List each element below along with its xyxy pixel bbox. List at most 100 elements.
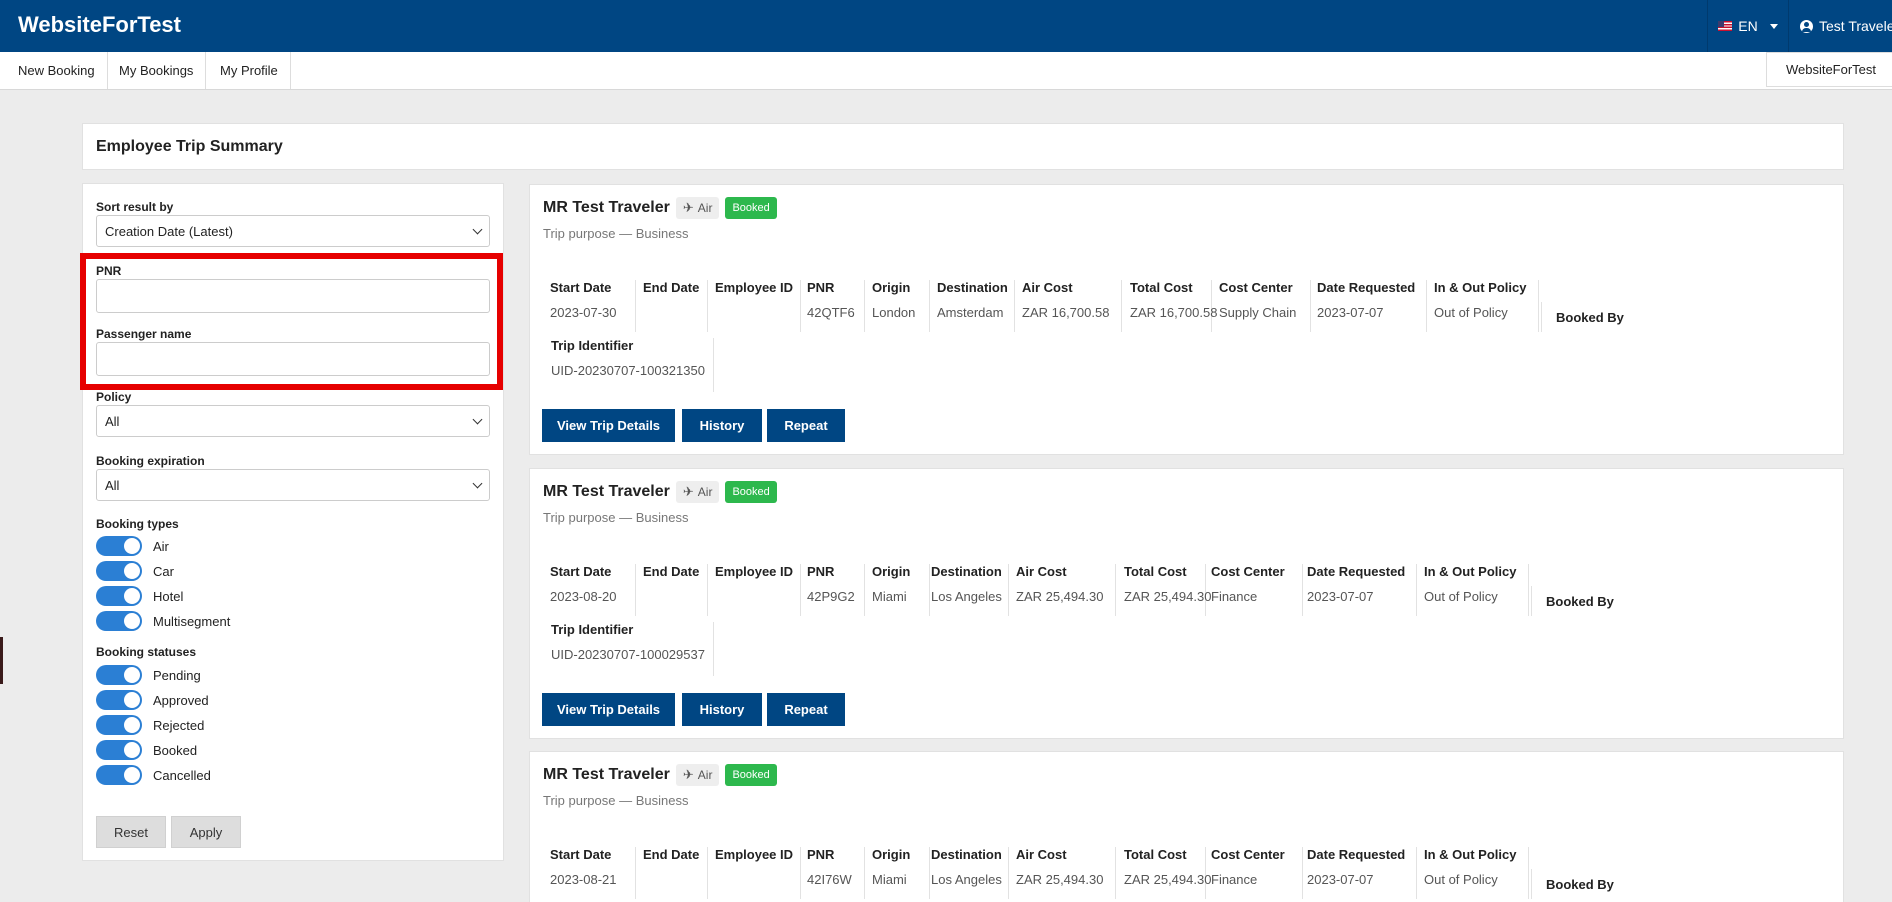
col-policy: In & Out Policy Out of Policy [1418, 564, 1529, 616]
col-header: End Date [643, 280, 700, 295]
col-header: End Date [643, 847, 700, 862]
trip-purpose: Trip purpose — Business [543, 793, 689, 808]
toggle-switch[interactable] [96, 611, 142, 631]
col-date-requested: Date Requested 2023-07-07 [1301, 564, 1417, 616]
view-trip-details-button[interactable]: View Trip Details [542, 693, 675, 726]
user-menu[interactable]: Test Traveler [1800, 0, 1892, 52]
toggle-pending[interactable]: Pending [96, 665, 201, 685]
col-value: Finance [1211, 872, 1258, 887]
booking-expiration-label: Booking expiration [96, 454, 205, 468]
col-header: In & Out Policy [1434, 280, 1527, 295]
nav-new-booking[interactable]: New Booking [6, 52, 108, 89]
repeat-button[interactable]: Repeat [767, 409, 845, 442]
toggle-approved[interactable]: Approved [96, 690, 209, 710]
col-air-cost: Air Cost ZAR 16,700.58 [1016, 280, 1122, 332]
toggle-multisegment[interactable]: Multisegment [96, 611, 230, 631]
toggle-rejected[interactable]: Rejected [96, 715, 204, 735]
sort-select[interactable]: Creation Date (Latest) [96, 215, 490, 247]
trip-header: MR Test Traveler ✈ Air Booked [543, 764, 777, 786]
col-destination: Destination Amsterdam [931, 280, 1015, 332]
col-value: ZAR 25,494.30 [1016, 872, 1104, 887]
language-label: EN [1738, 18, 1758, 34]
toggle-switch[interactable] [96, 715, 142, 735]
history-button[interactable]: History [682, 693, 762, 726]
col-value: ZAR 25,494.30 [1124, 872, 1212, 887]
col-value: Los Angeles [931, 872, 1002, 887]
col-header: Total Cost [1130, 280, 1193, 295]
toggle-air[interactable]: Air [96, 536, 169, 556]
apply-button[interactable]: Apply [171, 816, 241, 848]
col-header: Cost Center [1211, 564, 1285, 579]
history-button[interactable]: History [682, 409, 762, 442]
col-cost-center: Cost Center Finance [1205, 847, 1303, 899]
col-header: Destination [931, 847, 1002, 862]
col-value: Los Angeles [931, 589, 1002, 604]
toggle-switch[interactable] [96, 536, 142, 556]
toggle-label: Pending [153, 667, 201, 683]
status-badge: Booked [725, 481, 777, 503]
col-value: ZAR 16,700.58 [1022, 305, 1110, 320]
toggle-label: Multisegment [153, 613, 231, 629]
brand-logo[interactable]: WebsiteForTest [18, 12, 181, 38]
reset-button[interactable]: Reset [96, 816, 166, 848]
toggle-switch[interactable] [96, 740, 142, 760]
main-nav: New Booking My Bookings My Profile Websi… [0, 52, 1892, 90]
col-value: Out of Policy [1424, 872, 1498, 887]
toggle-car[interactable]: Car [96, 561, 174, 581]
col-header: Origin [872, 847, 911, 862]
col-header: PNR [807, 280, 835, 295]
plane-icon: ✈ [682, 767, 694, 782]
col-header: Cost Center [1211, 847, 1285, 862]
col-origin: Origin Miami [866, 564, 930, 616]
col-value: Finance [1211, 589, 1258, 604]
col-date-requested: Date Requested 2023-07-07 [1301, 847, 1417, 899]
toggle-switch[interactable] [96, 690, 142, 710]
trip-header: MR Test Traveler ✈ Air Booked [543, 481, 777, 503]
toggle-cancelled[interactable]: Cancelled [96, 765, 211, 785]
company-selector[interactable]: WebsiteForTest [1766, 52, 1892, 87]
view-trip-details-button[interactable]: View Trip Details [542, 409, 675, 442]
col-header: End Date [643, 564, 700, 579]
trip-header: MR Test Traveler ✈ Air Booked [543, 197, 777, 219]
toggle-label: Booked [153, 742, 198, 758]
col-header: Destination [937, 280, 1008, 295]
trip-identifier-value: UID-20230707-100321350 [551, 363, 705, 378]
nav-my-bookings[interactable]: My Bookings [107, 52, 207, 89]
trip-purpose: Trip purpose — Business [543, 510, 689, 525]
nav-my-profile[interactable]: My Profile [208, 52, 291, 89]
booking-expiration-select[interactable]: All [96, 469, 490, 501]
policy-label: Policy [96, 390, 132, 404]
col-policy: In & Out Policy Out of Policy [1428, 280, 1539, 332]
plane-icon: ✈ [682, 484, 694, 499]
toggle-label: Approved [153, 692, 209, 708]
policy-select[interactable]: All [96, 405, 490, 437]
col-header: Start Date [550, 280, 612, 295]
caret-down-icon [1769, 23, 1778, 29]
mode-label: Air [697, 485, 713, 499]
col-header: Employee ID [715, 564, 794, 579]
col-header: Total Cost [1124, 847, 1187, 862]
col-header: Start Date [550, 847, 612, 862]
chevron-down-icon [472, 224, 483, 235]
col-origin: Origin London [866, 280, 930, 332]
col-value: Supply Chain [1219, 305, 1297, 320]
toggle-label: Air [153, 538, 169, 554]
booking-expiration-value: All [105, 477, 120, 493]
toggle-booked[interactable]: Booked [96, 740, 197, 760]
mode-label: Air [697, 768, 713, 782]
trip-identifier-label: Trip Identifier [551, 338, 634, 353]
toggle-switch[interactable] [96, 586, 142, 606]
col-header: In & Out Policy [1424, 847, 1517, 862]
col-air-cost: Air Cost ZAR 25,494.30 [1010, 847, 1116, 899]
col-pnr: PNR 42I76W [801, 847, 865, 899]
page-title: Employee Trip Summary [96, 137, 283, 155]
language-selector[interactable]: EN [1707, 0, 1789, 52]
toggle-switch[interactable] [96, 561, 142, 581]
booking-types-label: Booking types [96, 517, 179, 531]
toggle-switch[interactable] [96, 765, 142, 785]
col-header: Cost Center [1219, 280, 1293, 295]
toggle-switch[interactable] [96, 665, 142, 685]
toggle-hotel[interactable]: Hotel [96, 586, 183, 606]
col-date-requested: Date Requested 2023-07-07 [1311, 280, 1427, 332]
repeat-button[interactable]: Repeat [767, 693, 845, 726]
